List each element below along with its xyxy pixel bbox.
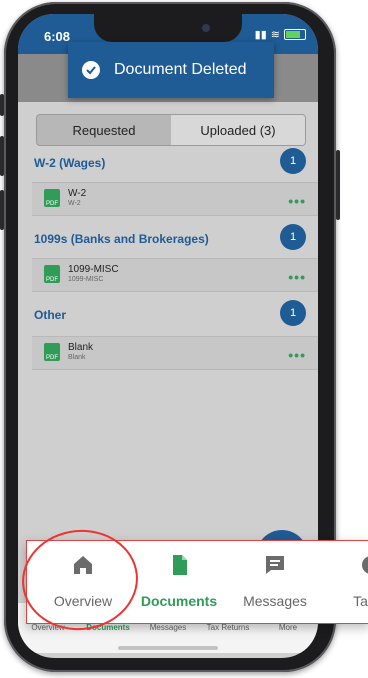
volume-up-button — [0, 136, 4, 176]
segmented-control: Requested Uploaded (3) — [36, 114, 306, 146]
power-button — [336, 150, 340, 220]
more-options-icon[interactable]: ••• — [288, 347, 306, 363]
document-subtitle: W-2 — [68, 200, 81, 207]
pdf-icon: PDF — [44, 189, 60, 207]
check-circle-icon — [82, 61, 100, 79]
count-badge: 1 — [280, 300, 306, 326]
document-title: 1099-MISC — [68, 264, 119, 275]
document-subtitle: 1099-MISC — [68, 276, 104, 283]
section-title: W-2 (Wages) — [34, 156, 106, 170]
section-title: Other — [34, 308, 67, 322]
tab-messages[interactable]: Messages — [138, 623, 198, 632]
count-badge: 1 — [280, 148, 306, 174]
notch — [94, 14, 242, 42]
document-subtitle: Blank — [68, 354, 86, 361]
tab-requested[interactable]: Requested — [37, 115, 171, 145]
tab-more[interactable]: More — [258, 623, 318, 632]
toast-notification: Document Deleted — [68, 42, 274, 98]
tab-tax-returns[interactable]: Tax Returns — [198, 623, 258, 632]
list-item[interactable]: PDF Blank Blank ••• — [32, 336, 318, 370]
document-title: W-2 — [68, 188, 87, 199]
section-title: 1099s (Banks and Brokerages) — [34, 232, 209, 246]
pdf-icon: PDF — [44, 343, 60, 361]
status-time: 6:08 — [44, 29, 71, 44]
volume-down-button — [0, 190, 4, 230]
tab-uploaded[interactable]: Uploaded (3) — [171, 115, 305, 145]
zoom-label: Messages — [243, 593, 307, 609]
tax-returns-icon — [359, 553, 368, 577]
wifi-icon: ≋ — [270, 29, 280, 41]
mute-switch — [0, 94, 4, 116]
document-title: Blank — [68, 342, 94, 353]
signal-icon: ▮▮ — [254, 29, 267, 41]
zoom-tab-messages[interactable]: Messages — [225, 547, 325, 617]
zoom-label: Tax R — [353, 593, 368, 609]
battery-icon — [284, 29, 306, 40]
zoom-tab-tax-returns[interactable]: Tax R — [321, 547, 368, 617]
list-item[interactable]: PDF W-2 W-2 ••• — [32, 182, 318, 216]
pdf-icon: PDF — [44, 265, 60, 283]
camera-icon — [202, 24, 210, 32]
zoom-tab-documents[interactable]: Documents — [129, 547, 229, 617]
documents-list: W-2 (Wages) 1 PDF W-2 W-2 ••• 1099s (Ban… — [18, 148, 318, 554]
toast-text: Document Deleted — [114, 61, 247, 78]
home-indicator — [118, 646, 218, 650]
zoom-label: Documents — [140, 593, 218, 609]
status-icons: ▮▮ ≋ — [255, 28, 306, 41]
message-icon — [263, 553, 287, 577]
list-item[interactable]: PDF 1099-MISC 1099-MISC ••• — [32, 258, 318, 292]
document-icon — [167, 553, 191, 577]
more-options-icon[interactable]: ••• — [288, 193, 306, 209]
more-options-icon[interactable]: ••• — [288, 269, 306, 285]
count-badge: 1 — [280, 224, 306, 250]
